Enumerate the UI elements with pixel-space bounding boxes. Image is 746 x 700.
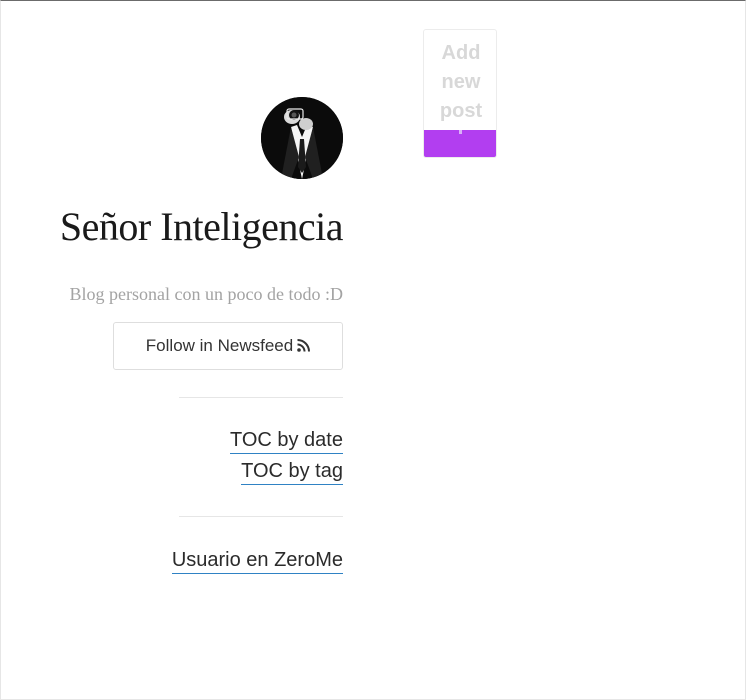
blog-title: Señor Inteligencia — [59, 204, 344, 249]
divider — [179, 516, 343, 517]
add-new-post-label: Add new post — [439, 42, 483, 122]
zerome-user-link[interactable]: Usuario en ZeroMe — [171, 547, 343, 574]
divider — [179, 397, 343, 398]
profile-links: Usuario en ZeroMe — [41, 547, 343, 578]
toc-by-date-link[interactable]: TOC by date — [229, 427, 343, 454]
page-frame: Señor Inteligencia Blog personal con un … — [0, 0, 746, 700]
avatar — [261, 97, 343, 179]
add-new-post-button[interactable]: Add new post — [423, 29, 497, 158]
add-new-post-accent-bar — [424, 130, 496, 157]
avatar-image — [261, 97, 343, 179]
rss-icon — [297, 324, 311, 370]
toc-links: TOC by date TOC by tag — [41, 427, 343, 489]
blog-description: Blog personal con un poco de todo :D — [69, 284, 343, 304]
follow-newsfeed-button[interactable]: Follow in Newsfeed — [113, 322, 343, 370]
follow-label: Follow in Newsfeed — [145, 336, 294, 355]
accent-bar-tick — [459, 130, 462, 134]
blog-sidebar: Señor Inteligencia Blog personal con un … — [41, 97, 344, 578]
follow-wrap: Follow in Newsfeed — [41, 322, 343, 370]
toc-by-tag-link[interactable]: TOC by tag — [241, 458, 343, 485]
